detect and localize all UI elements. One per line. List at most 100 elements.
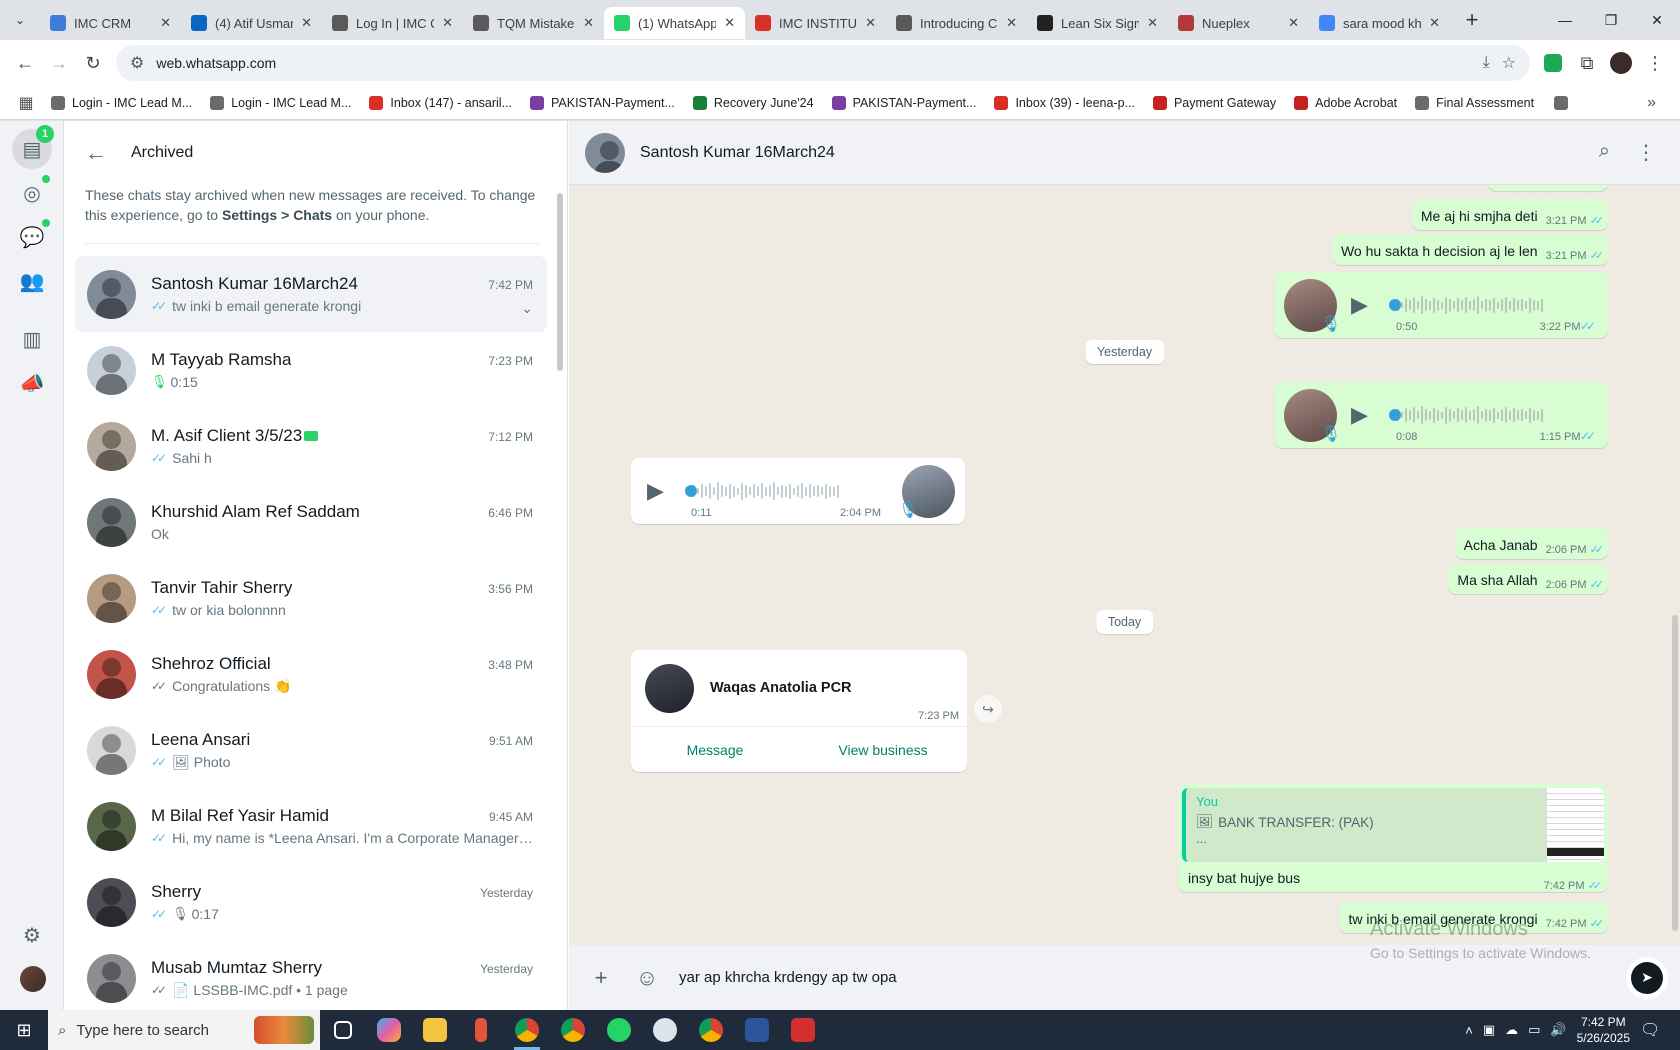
bookmark-item[interactable]: Login - IMC Lead M... (201, 89, 360, 117)
message-bubble[interactable]: Ma sha Allah 2:06 PM ✓✓ (1448, 563, 1608, 594)
card-header[interactable]: Waqas Anatolia PCR 7:23 PM (631, 650, 967, 726)
chat-avatar[interactable] (87, 877, 136, 927)
sidebar-scrollbar[interactable] (557, 193, 563, 371)
chat-list-item[interactable]: M. Asif Client 3/5/23 7:12 PM ✓✓ Sahi h (75, 408, 547, 484)
bookmark-item[interactable]: PAKISTAN-Payment... (521, 89, 684, 117)
business-contact-card[interactable]: Waqas Anatolia PCR 7:23 PM Message View … (631, 650, 967, 772)
more-options-icon[interactable]: ⋮ (1636, 140, 1656, 165)
restore-icon[interactable]: ❐ (1588, 0, 1634, 40)
chat-list-item[interactable]: Sherry Yesterday ✓✓ 🎙 0:17 (75, 864, 547, 940)
close-window-icon[interactable]: ✕ (1634, 0, 1680, 40)
conversation-header[interactable]: Santosh Kumar 16March24 ⌕ ⋮ (569, 121, 1680, 185)
volume-icon[interactable]: 🔊 (1550, 1022, 1566, 1038)
bookmarks-overflow-icon[interactable]: » (1647, 94, 1668, 112)
profile-avatar[interactable] (1604, 46, 1638, 80)
bookmark-item[interactable]: Login - IMC Lead M... (42, 89, 201, 117)
windows-start-icon[interactable]: ⊞ (0, 1010, 48, 1050)
chat-avatar[interactable] (87, 649, 136, 699)
chat-avatar[interactable] (87, 421, 136, 471)
notification-center-icon[interactable]: 🗨 (1640, 1020, 1670, 1040)
bookmark-item[interactable]: Adobe Acrobat (1285, 89, 1406, 117)
send-button[interactable]: ➤ (1626, 956, 1668, 999)
chat-avatar[interactable] (87, 801, 136, 851)
my-profile-avatar[interactable] (20, 966, 46, 992)
task-view-icon[interactable] (320, 1010, 366, 1050)
emoji-sticker-icon[interactable]: ☺ (627, 958, 667, 998)
site-info-icon[interactable]: ⚙ (130, 53, 144, 73)
browser-tab[interactable]: TQM Mistakes ✕ (463, 7, 604, 39)
browser-tab[interactable]: (1) WhatsApp ✕ (604, 7, 745, 39)
tab-close-icon[interactable]: ✕ (1147, 15, 1158, 31)
tab-close-icon[interactable]: ✕ (1288, 15, 1299, 31)
contact-name[interactable]: Santosh Kumar 16March24 (640, 144, 835, 162)
tab-close-icon[interactable]: ✕ (160, 15, 171, 31)
taskbar-clock[interactable]: 7:42 PM 5/26/2025 (1577, 1014, 1630, 1046)
camera-icon[interactable]: ▣ (1483, 1022, 1495, 1038)
card-message-button[interactable]: Message (631, 727, 799, 772)
voice-message-incoming[interactable]: ▶ 🎙 0:11 2:04 PM (631, 458, 965, 524)
voice-waveform[interactable] (1389, 404, 1598, 426)
back-arrow-icon[interactable]: ← (85, 140, 107, 166)
chat-list-item[interactable]: Musab Mumtaz Sherry Yesterday ✓✓ 📄 LSSBB-IM… (75, 940, 547, 1010)
bookmark-extra[interactable] (1545, 89, 1577, 117)
taskbar-search[interactable]: ⌕ Type here to search (48, 1010, 320, 1050)
chat-list-item[interactable]: Shehroz Official 3:48 PM ✓✓ Congratulations… (75, 636, 547, 712)
chrome-alt-icon[interactable] (688, 1010, 734, 1050)
tab-close-icon[interactable]: ✕ (865, 15, 876, 31)
quoted-message[interactable]: You 🖼 BANK TRANSFER: (PAK) ... (1182, 788, 1604, 862)
business-tools-icon[interactable]: ▥ (12, 319, 52, 359)
acrobat-icon[interactable] (780, 1010, 826, 1050)
extensions-puzzle-icon[interactable]: ⧉ (1570, 46, 1604, 80)
browser-tab[interactable]: Nueplex ✕ (1168, 7, 1309, 39)
chat-list-item[interactable]: M Tayyab Ramsha 7:23 PM 🎙 0:15 (75, 332, 547, 408)
chevron-down-icon[interactable]: ⌄ (521, 300, 533, 317)
forward-icon[interactable]: → (42, 46, 76, 80)
whatsapp-taskbar-icon[interactable] (596, 1010, 642, 1050)
tab-close-icon[interactable]: ✕ (724, 15, 735, 31)
tab-close-icon[interactable]: ✕ (442, 15, 453, 31)
forward-icon[interactable]: ↪ (974, 695, 1002, 723)
copilot-icon[interactable] (366, 1010, 412, 1050)
apps-grid-icon[interactable]: ▦ (12, 93, 40, 113)
play-icon[interactable]: ▶ (1351, 402, 1385, 428)
browser-tab[interactable]: Log In | IMC C ✕ (322, 7, 463, 39)
chrome-icon[interactable] (504, 1010, 550, 1050)
conversation-scrollbar[interactable] (1672, 615, 1678, 931)
chat-avatar[interactable] (87, 725, 136, 775)
voice-message[interactable]: 🎙 ▶ 0:08 1:15 PM ✓✓ (1274, 382, 1608, 448)
voice-waveform[interactable] (1389, 294, 1598, 316)
search-icon[interactable]: ⌕ (1599, 140, 1610, 165)
communities-nav-icon[interactable]: 👥 (12, 261, 52, 301)
tab-close-icon[interactable]: ✕ (301, 15, 312, 31)
tab-close-icon[interactable]: ✕ (1006, 15, 1017, 31)
card-view-business-button[interactable]: View business (799, 727, 967, 772)
bookmark-item[interactable]: Recovery June'24 (684, 89, 823, 117)
install-app-icon[interactable]: ⤓ (1483, 54, 1490, 72)
message-bubble[interactable]: Wo hu sakta h decision aj le len 3:21 PM… (1331, 234, 1608, 265)
browser-menu-icon[interactable]: ⋮ (1638, 46, 1672, 80)
seek-knob[interactable] (1389, 409, 1401, 421)
bookmark-item[interactable]: Final Assessment (1406, 89, 1543, 117)
play-icon[interactable]: ▶ (647, 478, 681, 504)
attach-plus-icon[interactable]: + (581, 958, 621, 998)
settings-gear-icon[interactable]: ⚙ (12, 915, 52, 955)
onedrive-cloud-icon[interactable]: ☁ (1505, 1022, 1518, 1038)
chat-list-item[interactable]: Tanvir Tahir Sherry 3:56 PM ✓✓ tw or kia bo… (75, 560, 547, 636)
back-icon[interactable]: ← (8, 46, 42, 80)
channels-nav-icon[interactable]: 💬 (12, 217, 52, 257)
play-icon[interactable]: ▶ (1351, 292, 1385, 318)
browser-tab[interactable]: Lean Six Sigm ✕ (1027, 7, 1168, 39)
contact-avatar[interactable] (585, 132, 625, 173)
bookmark-item[interactable]: Inbox (39) - leena-p... (985, 89, 1144, 117)
seek-knob[interactable] (1389, 299, 1401, 311)
reply-message-bubble[interactable]: You 🖼 BANK TRANSFER: (PAK) ... insy bat h… (1178, 784, 1608, 892)
tab-search-chevron-icon[interactable]: ⌄ (0, 0, 40, 40)
advertise-megaphone-icon[interactable]: 📣 (12, 363, 52, 403)
chat-list-item[interactable]: Santosh Kumar 16March24 7:42 PM ✓✓ tw inki … (75, 256, 547, 332)
address-bar[interactable]: ⚙ web.whatsapp.com ⤓ ☆ (116, 45, 1530, 81)
bookmark-item[interactable]: PAKISTAN-Payment... (823, 89, 986, 117)
chat-avatar[interactable] (87, 269, 136, 319)
chats-nav-icon[interactable]: ▤ 1 (12, 125, 54, 169)
message-bubble[interactable]: Acha Janab 2:06 PM ✓✓ (1454, 528, 1608, 559)
browser-tab[interactable]: (4) Atif Usman ✕ (181, 7, 322, 39)
